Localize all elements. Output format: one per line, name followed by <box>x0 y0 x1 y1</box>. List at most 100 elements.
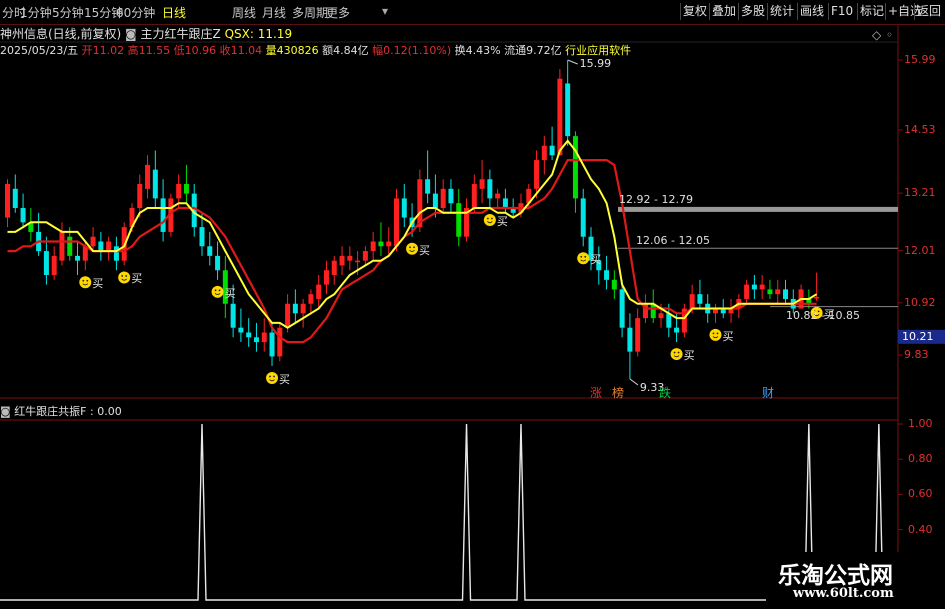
candle <box>168 198 174 232</box>
toolbar-button-5[interactable]: F10 <box>828 3 855 20</box>
candle <box>331 260 337 276</box>
volume-label: 量 <box>265 44 277 57</box>
candles-layer <box>5 60 820 379</box>
sub-tick-3: 0.40 <box>908 522 933 536</box>
price-tick-1: 14.53 <box>904 122 936 136</box>
candle <box>697 294 703 304</box>
sub-tick-2: 0.60 <box>908 487 933 501</box>
buy-smiley-icon <box>266 372 279 385</box>
candle <box>36 231 42 252</box>
close-value: 11.04 <box>230 44 263 57</box>
diamond-icon[interactable]: ◇ <box>872 28 881 42</box>
price-tick-5: 9.83 <box>904 348 929 361</box>
toolbar-button-1[interactable]: 叠加 <box>709 3 738 20</box>
red-ma-line <box>7 159 817 344</box>
toolbar-button-8[interactable]: 返回 <box>914 3 943 20</box>
candle <box>145 164 151 189</box>
timeframe-tab-2[interactable]: 5分钟 <box>52 4 84 21</box>
candle <box>502 198 508 208</box>
more-dropdown-icon[interactable]: ▾ <box>382 4 388 18</box>
candle <box>611 279 617 290</box>
candle <box>744 284 750 299</box>
timeframe-tab-8[interactable]: 多周期 <box>292 4 328 21</box>
candle <box>440 188 446 208</box>
candle <box>619 289 625 328</box>
quote-row: 2025/05/23/五 开11.02 高11.55 低10.96 收11.04… <box>0 42 631 59</box>
timeframe-tab-4[interactable]: 60分钟 <box>116 4 155 21</box>
timeframe-tab-1[interactable]: 1分钟 <box>20 4 52 21</box>
candle <box>471 184 477 208</box>
candle <box>642 303 648 319</box>
candle <box>783 289 788 299</box>
change-label: 幅 <box>372 44 384 57</box>
candle <box>510 207 516 213</box>
sub-indicator-name[interactable]: 红牛跟庄共振F <box>14 405 86 418</box>
candle <box>160 198 166 232</box>
event-marker-3: 财 <box>762 386 775 400</box>
candle <box>767 289 773 295</box>
candle <box>712 308 718 314</box>
range-label-1: 12.92 - 12.79 <box>619 192 693 206</box>
price-tick-0: 15.99 <box>904 53 936 66</box>
candle <box>176 184 182 199</box>
watermark-title: 乐淘公式网 <box>778 563 893 589</box>
settings-icon[interactable]: ◙ <box>125 27 137 41</box>
candle <box>300 303 306 314</box>
sub-indicator-header: ◙ 红牛跟庄共振F : 0.00 <box>0 403 122 420</box>
float-label: 流通 <box>504 44 527 57</box>
toolbar-button-6[interactable]: 标记 <box>857 3 886 20</box>
candle <box>689 294 695 309</box>
circle-icon[interactable]: ◦ <box>886 28 893 42</box>
candle <box>432 193 438 208</box>
buy-markers <box>79 213 823 385</box>
buy-label: 买 <box>496 214 508 228</box>
buy-label: 买 <box>590 253 602 267</box>
candle <box>666 313 672 328</box>
timeframe-tab-6[interactable]: 周线 <box>232 4 256 21</box>
candle <box>674 327 680 333</box>
sub-tick-1: 0.80 <box>908 452 933 466</box>
timeframe-tab-7[interactable]: 月线 <box>262 4 286 21</box>
buy-label: 买 <box>279 373 291 386</box>
timeframe-tab-5[interactable]: 日线 <box>162 4 186 21</box>
candle <box>323 270 329 285</box>
open-value: 11.02 <box>92 44 125 57</box>
candle <box>394 198 399 247</box>
quote-date: 2025/05/23/五 <box>0 44 79 57</box>
candle <box>59 231 65 261</box>
candle <box>292 303 298 314</box>
candle <box>90 236 96 247</box>
candle <box>347 255 353 261</box>
candle <box>152 169 158 199</box>
sector-name: 行业应用软件 <box>565 44 632 57</box>
candle <box>565 83 571 137</box>
candle <box>199 227 205 247</box>
buy-label: 买 <box>131 272 143 286</box>
toolbar-button-2[interactable]: 多股 <box>738 3 767 20</box>
candle <box>285 303 291 328</box>
candle <box>5 184 10 218</box>
candle <box>627 327 633 352</box>
toolbar-button-3[interactable]: 统计 <box>767 3 796 20</box>
toolbar-button-4[interactable]: 画线 <box>797 3 826 20</box>
turnover-label: 换 <box>454 44 466 57</box>
candle <box>580 198 586 237</box>
candlestick-chart[interactable] <box>0 0 945 609</box>
candle <box>736 298 742 309</box>
candle <box>518 203 524 213</box>
timeframe-tab-9[interactable]: 更多 <box>326 4 350 21</box>
indicator-name[interactable]: 主力红牛跟庄Z <box>141 27 221 41</box>
candle <box>464 207 470 237</box>
buy-smiley-icon <box>211 285 224 298</box>
high-value: 11.55 <box>138 44 171 57</box>
settings-icon[interactable]: ◙ <box>0 405 11 418</box>
candle <box>98 241 104 252</box>
candle <box>728 308 734 314</box>
price-tick-2: 13.21 <box>904 186 936 200</box>
range-label-3: 10.82 - 10.85 <box>786 308 860 322</box>
candle <box>557 78 563 156</box>
toolbar-button-0[interactable]: 复权 <box>680 3 709 20</box>
stock-name: 神州信息(日线,前复权) <box>0 27 122 41</box>
candle <box>790 298 796 309</box>
candle <box>814 297 820 299</box>
